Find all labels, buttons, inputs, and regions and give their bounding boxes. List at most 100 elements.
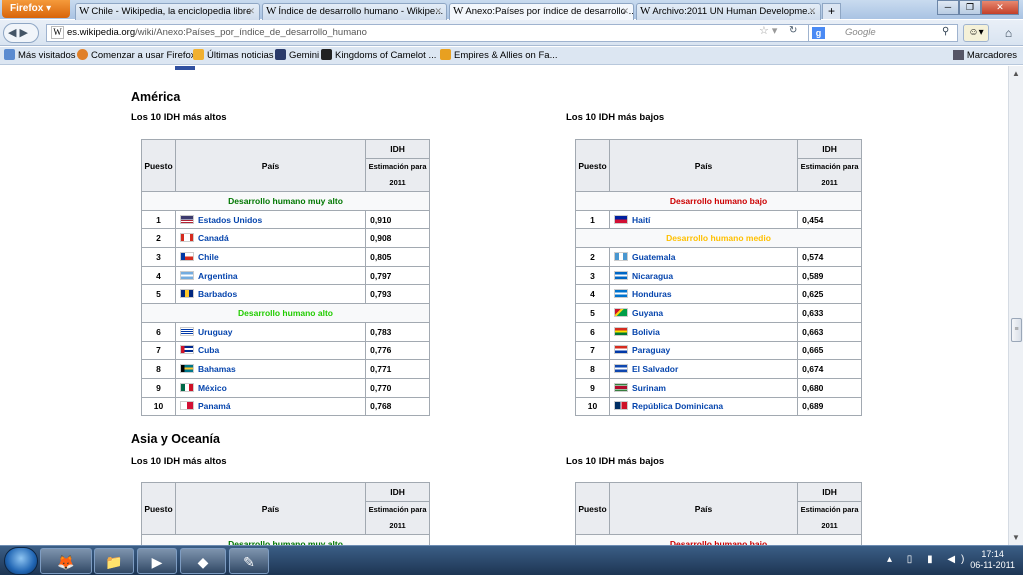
- idh-table-lowest: Puesto País IDH Estimación para 2011 Desar…: [575, 139, 862, 417]
- scroll-down-icon[interactable]: ▼: [1012, 533, 1020, 542]
- col-idh: IDH: [365, 482, 430, 502]
- bookmark-mas-visitados[interactable]: Más visitados: [4, 47, 76, 64]
- country-link[interactable]: Guatemala: [632, 252, 675, 262]
- category-label: Desarrollo humano bajo: [575, 191, 862, 211]
- close-tab-icon[interactable]: ✕: [247, 4, 255, 19]
- scroll-up-icon[interactable]: ▲: [1012, 69, 1020, 78]
- bookmarks-menu[interactable]: Marcadores: [952, 47, 1017, 64]
- country-link[interactable]: Guyana: [632, 308, 663, 318]
- tab-idh[interactable]: W Índice de desarrollo humano - Wikipe...…: [262, 3, 447, 20]
- table-row: 3 Nicaragua 0,589: [575, 265, 862, 286]
- flag-icon: [179, 345, 194, 355]
- bookmark-star-icon[interactable]: ☆ ▾: [759, 24, 777, 37]
- country-link[interactable]: México: [198, 383, 227, 393]
- firefox-icon: [77, 49, 88, 60]
- taskbar-network[interactable]: ◆: [180, 548, 226, 574]
- country-link[interactable]: Canadá: [198, 233, 229, 243]
- category-label: Desarrollo humano muy alto: [141, 191, 430, 211]
- flag-icon: [613, 401, 628, 411]
- firefox-menu-button[interactable]: Firefox ▾: [2, 0, 70, 18]
- taskbar-firefox[interactable]: 🦊: [40, 548, 92, 574]
- idh-value: 0,680: [797, 377, 862, 398]
- media-player-icon: ▶: [151, 554, 163, 570]
- rank-cell: 1: [141, 209, 176, 230]
- bookmark-empires[interactable]: Empires & Allies on Fa...: [440, 47, 557, 64]
- wikipedia-icon: W: [79, 5, 90, 17]
- country-link[interactable]: Paraguay: [632, 345, 670, 355]
- close-tab-icon[interactable]: ✕: [621, 4, 629, 19]
- country-link[interactable]: Nicaragua: [632, 271, 673, 281]
- country-cell: Paraguay: [608, 340, 799, 361]
- taskbar-paint[interactable]: ✎: [229, 548, 269, 574]
- tray-icons[interactable]: ▴ ▯ ▮ ◀): [887, 554, 970, 565]
- close-tab-icon[interactable]: ✕: [434, 4, 442, 19]
- country-link[interactable]: Cuba: [198, 345, 219, 355]
- reload-icon[interactable]: ↻: [789, 25, 797, 36]
- start-button[interactable]: [4, 547, 38, 575]
- country-cell: Honduras: [608, 284, 799, 305]
- idh-value: 0,665: [797, 340, 862, 361]
- country-link[interactable]: Surinam: [632, 383, 666, 393]
- category-row: Desarrollo humano muy alto: [141, 191, 430, 211]
- taskbar-explorer[interactable]: 📁: [94, 548, 134, 574]
- country-link[interactable]: Honduras: [632, 289, 672, 299]
- clock[interactable]: 17:14 06-11-2011: [970, 549, 1015, 571]
- maximize-button[interactable]: ❐: [959, 0, 981, 15]
- country-link[interactable]: Uruguay: [198, 327, 232, 337]
- scrollbar-thumb[interactable]: ≡: [1011, 318, 1022, 342]
- idh-table-asia-lowest: Puesto País IDH Estimación para 2011 Desar…: [575, 482, 862, 545]
- table-row: 10 Panamá 0,768: [141, 396, 430, 417]
- back-forward-buttons[interactable]: ◀ ▶: [3, 23, 39, 43]
- tab-anexo[interactable]: W Anexo:Países por índice de desarrollo .…: [449, 3, 634, 20]
- country-link[interactable]: Estados Unidos: [198, 215, 262, 225]
- tab-chile[interactable]: W Chile - Wikipedia, la enciclopedia libr…: [75, 3, 260, 20]
- bookmark-gemini[interactable]: Gemini: [275, 47, 319, 64]
- flag-icon: [179, 401, 194, 411]
- url-bar[interactable]: Wes.wikipedia.org/wiki/Anexo:Países_por_…: [46, 24, 809, 42]
- rank-cell: 10: [575, 396, 610, 417]
- greasemonkey-icon[interactable]: ☺▾: [963, 24, 989, 42]
- new-tab-button[interactable]: +: [822, 3, 841, 19]
- flag-icon: [179, 364, 194, 374]
- country-link[interactable]: El Salvador: [632, 364, 678, 374]
- country-link[interactable]: Chile: [198, 252, 219, 262]
- home-icon[interactable]: ⌂: [998, 24, 1019, 42]
- country-cell: El Salvador: [608, 359, 799, 379]
- col-pais: País: [174, 482, 367, 535]
- country-link[interactable]: Panamá: [198, 401, 231, 411]
- country-link[interactable]: Barbados: [198, 289, 237, 299]
- idh-value: 0,768: [365, 396, 430, 417]
- rank-cell: 3: [141, 247, 176, 267]
- bookmarks-toolbar: Más visitados Comenzar a usar Firefox Úl…: [0, 47, 1023, 65]
- bookmark-comenzar[interactable]: Comenzar a usar Firefox: [77, 47, 196, 64]
- bookmark-noticias[interactable]: Últimas noticias: [193, 47, 274, 64]
- search-go-icon[interactable]: ⚲: [942, 26, 949, 37]
- flag-icon: [613, 326, 628, 336]
- flag-icon: [175, 66, 195, 70]
- close-tab-icon[interactable]: ✕: [808, 4, 816, 19]
- col-estimacion: Estimación para 2011: [797, 501, 862, 535]
- firefox-icon: 🦊: [57, 554, 75, 570]
- tab-archivo[interactable]: W Archivo:2011 UN Human Developme... ✕: [636, 3, 821, 20]
- flag-icon: [613, 345, 628, 355]
- table-row: 9 Surinam 0,680: [575, 377, 862, 398]
- vertical-scrollbar[interactable]: ▲ ≡ ▼: [1008, 66, 1023, 545]
- bookmark-kingdoms[interactable]: Kingdoms of Camelot ...: [321, 47, 436, 64]
- search-input[interactable]: g Google: [808, 24, 958, 42]
- section-heading: Asia y Oceanía: [131, 432, 220, 446]
- idh-value: 0,770: [365, 377, 430, 398]
- idh-value: 0,771: [365, 359, 430, 379]
- minimize-button[interactable]: ─: [937, 0, 959, 15]
- country-link[interactable]: Bolivia: [632, 327, 660, 337]
- taskbar-media[interactable]: ▶: [137, 548, 177, 574]
- country-link[interactable]: República Dominicana: [632, 401, 723, 411]
- col-estimacion: Estimación para 2011: [797, 158, 862, 192]
- close-window-button[interactable]: ✕: [981, 0, 1019, 15]
- country-link[interactable]: Argentina: [198, 271, 238, 281]
- site-icon: W: [51, 26, 64, 39]
- flag-icon: [179, 326, 194, 336]
- idh-value: 0,805: [365, 247, 430, 267]
- country-link[interactable]: Bahamas: [198, 364, 236, 374]
- paint-icon: ✎: [243, 554, 255, 570]
- country-link[interactable]: Haití: [632, 215, 650, 225]
